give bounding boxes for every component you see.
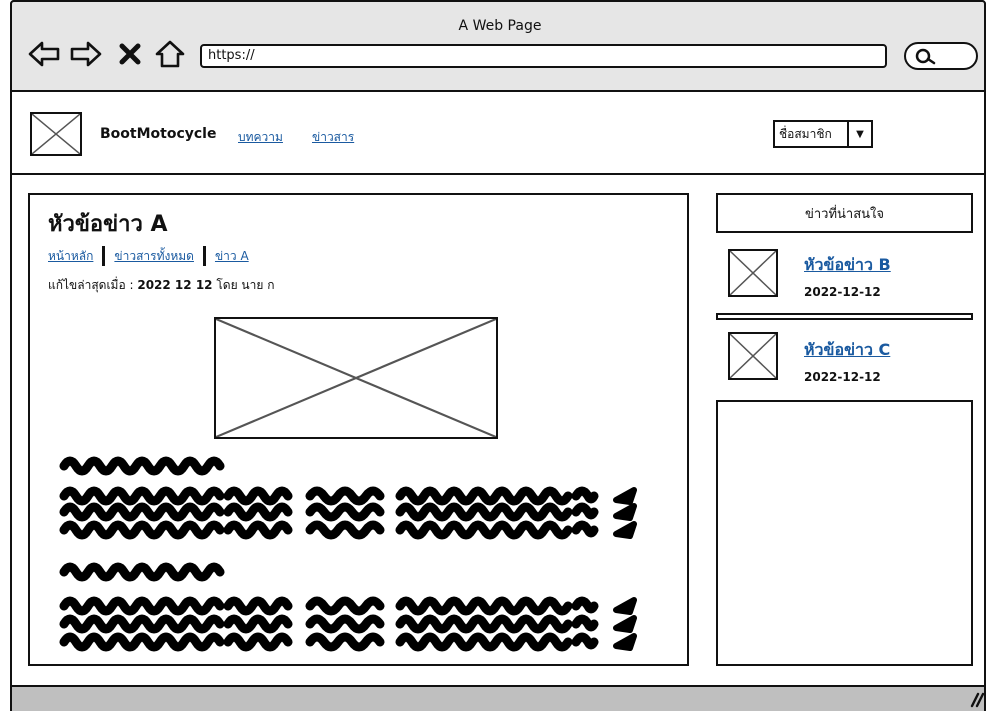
news-card-date: 2022-12-12 [804, 370, 881, 384]
breadcrumb: หน้าหลัก ข่าวสารทั้งหมด ข่าว A [48, 246, 249, 266]
forward-button[interactable] [68, 38, 104, 70]
news-card[interactable]: หัวข้อข่าว C 2022-12-12 [716, 318, 973, 402]
article-meta: แก้ไขล่าสุดเมื่อ : 2022 12 12 โดย นาย ก [48, 276, 274, 295]
stop-x-icon [119, 43, 141, 65]
article-image-placeholder [214, 317, 498, 439]
breadcrumb-divider [202, 246, 206, 266]
logo-image-placeholder [30, 112, 82, 156]
news-card-title[interactable]: หัวข้อข่าว C [804, 338, 890, 363]
article-body-scribble [56, 450, 656, 660]
news-card-date: 2022-12-12 [804, 285, 881, 299]
news-card-title[interactable]: หัวข้อข่าว B [804, 253, 891, 278]
breadcrumb-divider [102, 246, 106, 266]
browser-search-button[interactable] [904, 42, 978, 70]
nav-link-articles[interactable]: บทความ [238, 128, 283, 147]
breadcrumb-home[interactable]: หน้าหลัก [48, 247, 93, 266]
status-bar [12, 685, 984, 711]
back-button[interactable] [26, 38, 62, 70]
search-icon [915, 48, 936, 65]
member-dropdown-value: ชื่อสมาชิก [775, 122, 849, 146]
article-title: หัวข้อข่าว A [48, 212, 168, 237]
forward-arrow-icon [70, 41, 102, 67]
stop-button[interactable] [112, 38, 148, 70]
window-title: A Web Page [458, 18, 542, 34]
sidebar-title: ข่าวที่น่าสนใจ [716, 193, 973, 233]
url-input[interactable]: https:// [200, 44, 887, 68]
meta-date: 2022 12 12 [137, 278, 213, 292]
chevron-down-icon: ▼ [856, 128, 864, 140]
breadcrumb-current[interactable]: ข่าว A [215, 247, 249, 266]
news-card[interactable]: หัวข้อข่าว B 2022-12-12 [716, 231, 973, 315]
news-thumbnail-placeholder [728, 332, 778, 380]
nav-link-news[interactable]: ข่าวสาร [312, 128, 354, 147]
back-arrow-icon [28, 41, 60, 67]
home-icon [155, 40, 185, 68]
meta-prefix: แก้ไขล่าสุดเมื่อ : [48, 278, 134, 292]
member-dropdown[interactable]: ชื่อสมาชิก ▼ [773, 120, 873, 148]
brand-name: BootMotocycle [100, 126, 217, 142]
news-thumbnail-placeholder [728, 249, 778, 297]
meta-author: โดย นาย ก [216, 278, 275, 292]
breadcrumb-all-news[interactable]: ข่าวสารทั้งหมด [114, 247, 194, 266]
home-button[interactable] [152, 38, 188, 70]
resize-grip-icon[interactable] [964, 690, 984, 708]
